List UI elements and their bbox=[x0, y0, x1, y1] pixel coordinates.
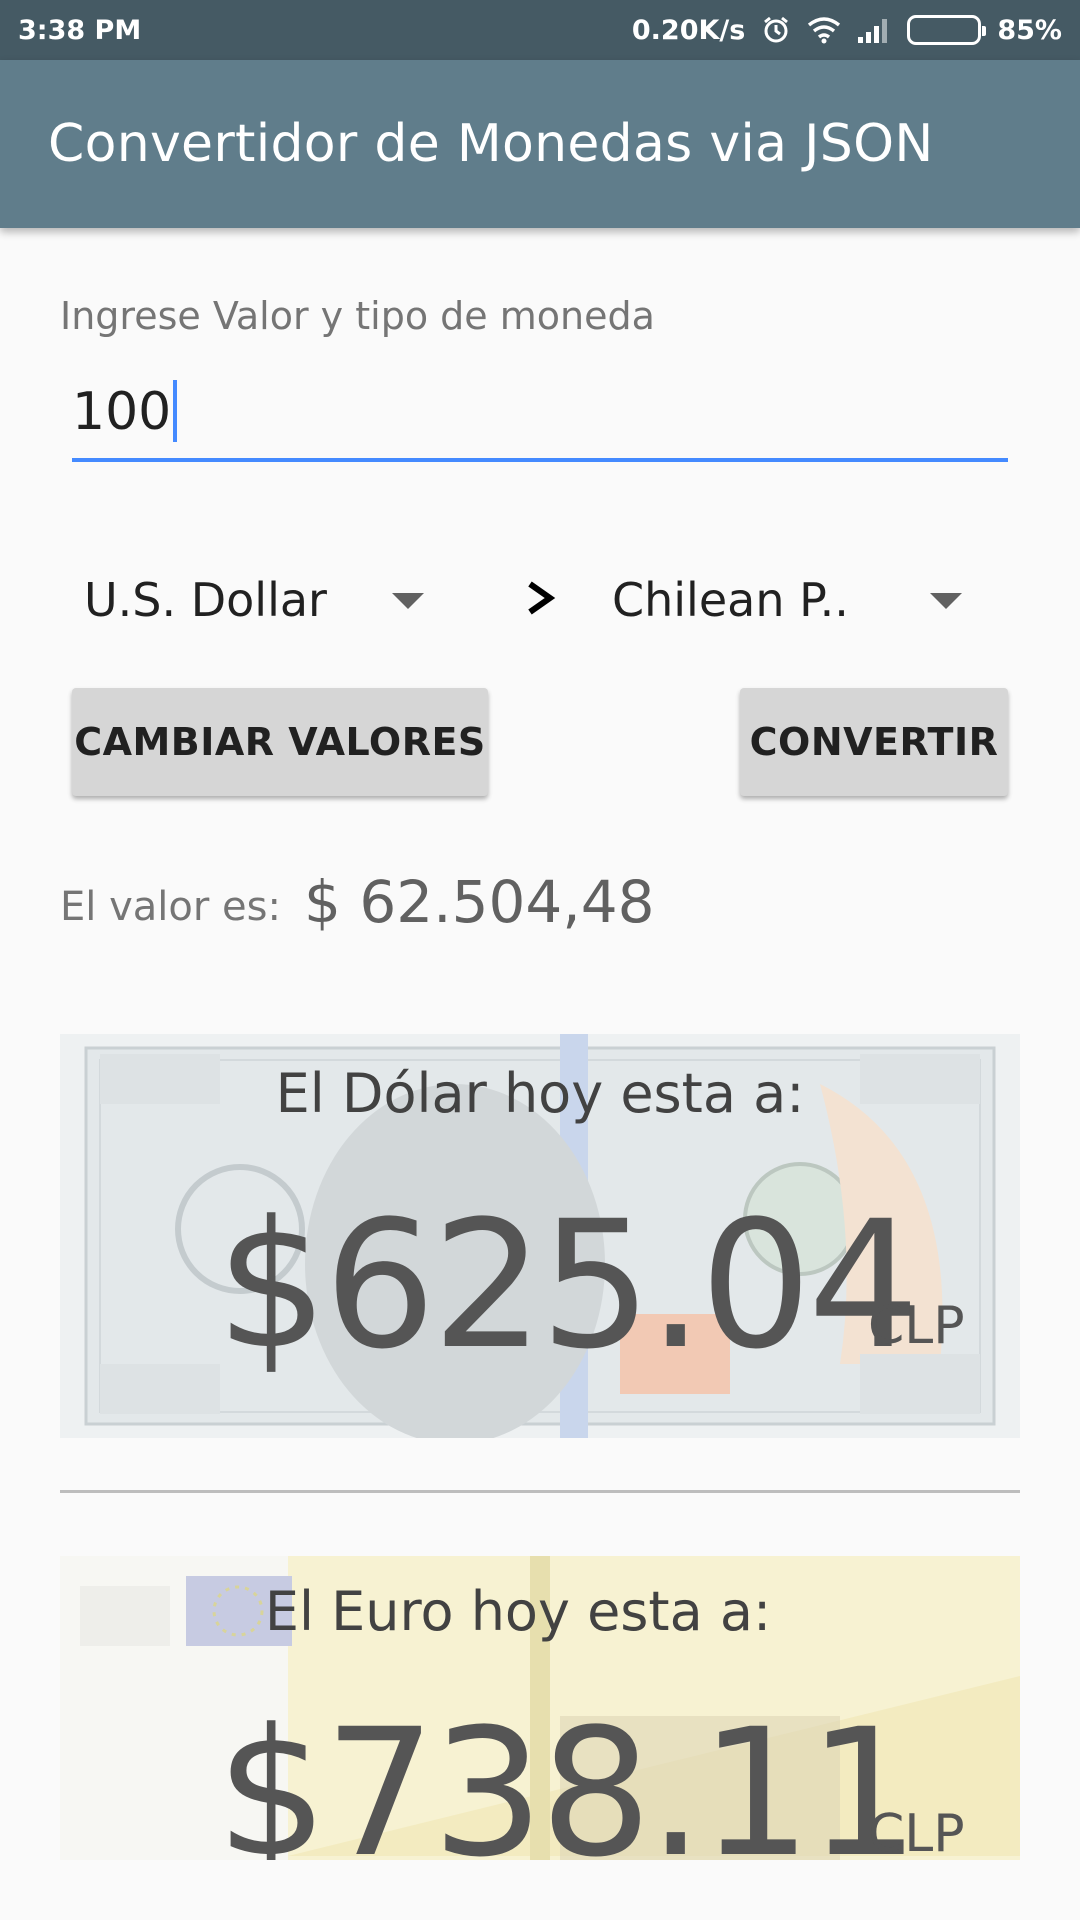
swap-currencies-button[interactable]: CAMBIAR VALORES bbox=[72, 688, 488, 796]
network-speed: 0.20K/s bbox=[631, 14, 746, 46]
text-cursor bbox=[173, 380, 178, 442]
dollar-rate-caption: El Dólar hoy esta a: bbox=[275, 1062, 805, 1125]
chevron-right-icon bbox=[520, 578, 560, 622]
signal-icon bbox=[857, 17, 891, 43]
dropdown-arrow-icon bbox=[930, 593, 962, 609]
amount-input-label: Ingrese Valor y tipo de moneda bbox=[60, 294, 655, 338]
app-title: Convertidor de Monedas via JSON bbox=[48, 114, 934, 174]
convert-button[interactable]: CONVERTIR bbox=[740, 688, 1008, 796]
from-currency-dropdown[interactable]: U.S. Dollar bbox=[84, 560, 444, 640]
status-indicators: 0.20K/s 85% bbox=[632, 15, 1062, 46]
app-bar: Convertidor de Monedas via JSON bbox=[0, 60, 1080, 228]
to-currency-label: Chilean P.. bbox=[612, 573, 849, 627]
euro-rate-value: $738.11 bbox=[216, 1691, 920, 1861]
dollar-rate-card: El Dólar hoy esta a: $625.04 CLP bbox=[60, 1034, 1020, 1438]
divider bbox=[60, 1490, 1020, 1493]
euro-rate-currency: CLP bbox=[868, 1804, 965, 1860]
battery-icon bbox=[907, 15, 987, 45]
result-label: El valor es: bbox=[60, 884, 281, 930]
amount-input[interactable]: 100 bbox=[72, 372, 1008, 462]
app-screen: 3:38 PM 0.20K/s 85% Convertidor de Moned… bbox=[0, 0, 1080, 1920]
alarm-icon bbox=[761, 15, 791, 45]
wifi-icon bbox=[807, 16, 841, 44]
amount-input-value[interactable]: 100 bbox=[72, 380, 178, 446]
to-currency-dropdown[interactable]: Chilean P.. bbox=[612, 560, 972, 640]
dropdown-arrow-icon bbox=[392, 593, 424, 609]
status-time: 3:38 PM bbox=[18, 14, 142, 46]
result-value: $ 62.504,48 bbox=[304, 868, 655, 936]
dollar-rate-value: $625.04 bbox=[216, 1183, 920, 1388]
euro-rate-caption: El Euro hoy esta a: bbox=[264, 1580, 772, 1643]
euro-rate-card: El Euro hoy esta a: $738.11 CLP bbox=[60, 1556, 1020, 1860]
battery-percent: 85% bbox=[997, 14, 1062, 46]
dollar-rate-currency: CLP bbox=[868, 1296, 965, 1356]
status-bar: 3:38 PM 0.20K/s 85% bbox=[0, 0, 1080, 60]
from-currency-label: U.S. Dollar bbox=[84, 573, 327, 627]
